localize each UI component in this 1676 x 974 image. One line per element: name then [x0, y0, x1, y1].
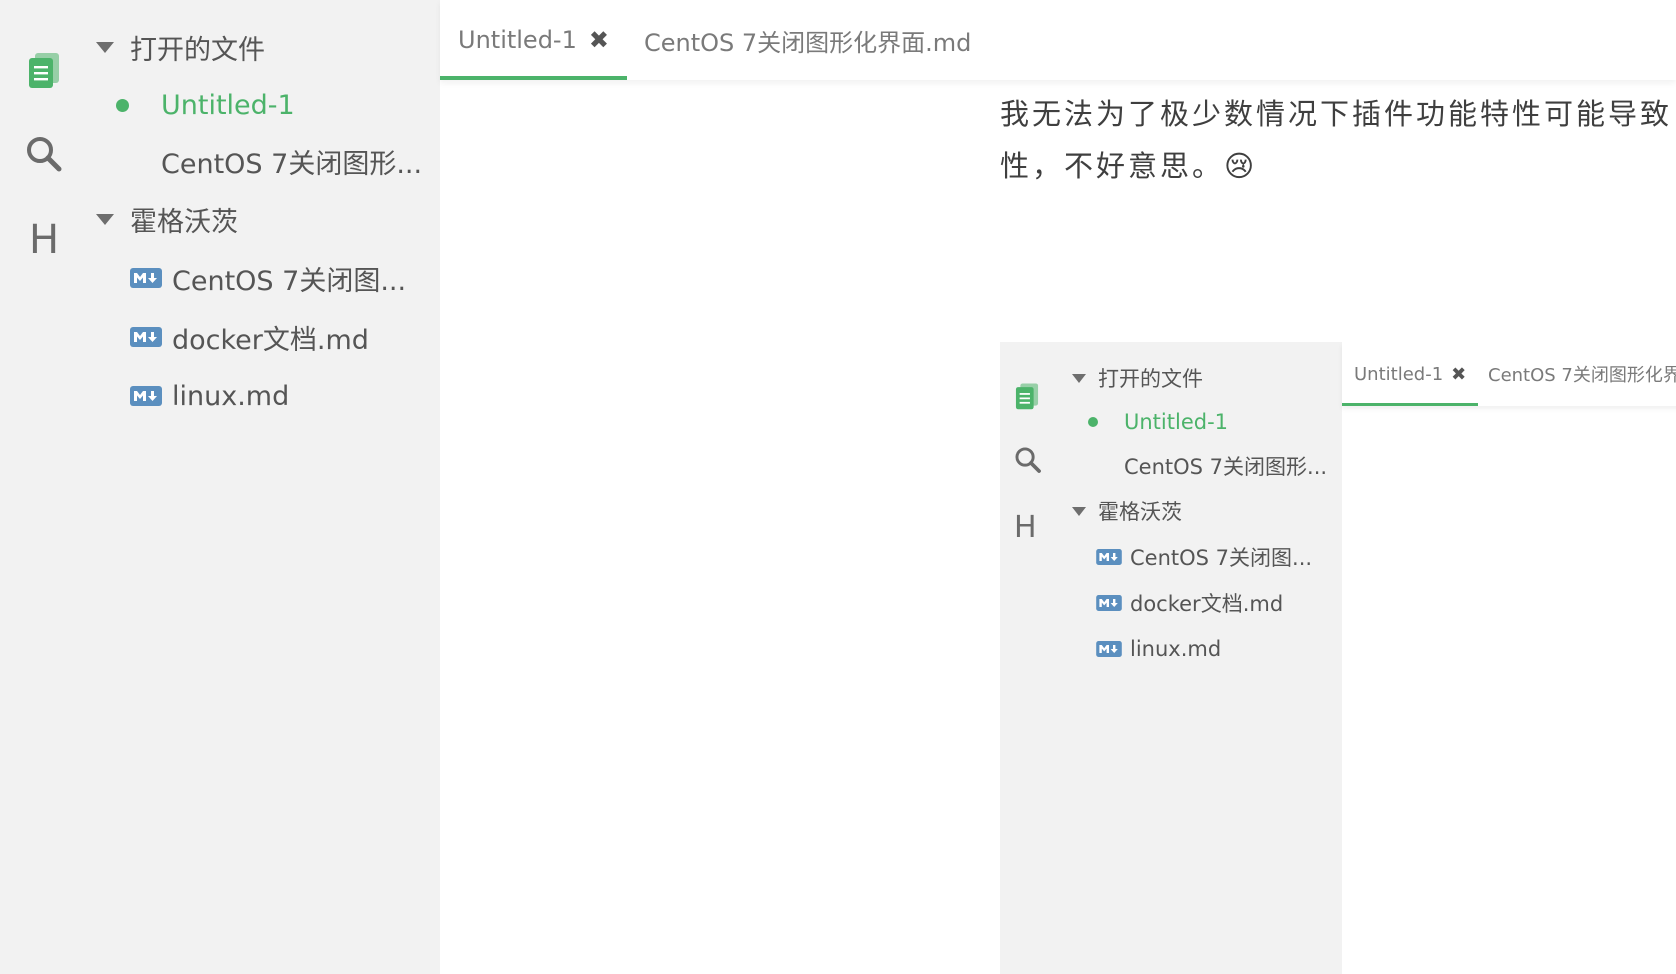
embedded-activity-bar: H	[1000, 342, 1056, 974]
open-file-item: Untitled-1	[1056, 404, 1342, 440]
editor-window: H 打开的文件 Untitled-1 CentOS 7关闭图形... 霍格沃茨 …	[0, 0, 1676, 974]
folder-label: 霍格沃茨	[130, 206, 238, 238]
embedded-sidebar: 打开的文件 Untitled-1 CentOS 7关闭图形... 霍格沃茨 Ce…	[1056, 342, 1342, 974]
chevron-down-icon	[96, 213, 114, 225]
files-icon[interactable]	[24, 50, 64, 90]
tab-centos[interactable]: CentOS 7关闭图形化界面.md	[630, 0, 985, 80]
tab-untitled[interactable]: Untitled-1 ✖	[440, 0, 627, 80]
embedded-tab-bar: Untitled-1 ✖ CentOS 7关闭图形化界	[1342, 342, 1676, 406]
markdown-icon	[1096, 641, 1122, 657]
file-label: linux.md	[172, 380, 290, 412]
close-icon: ✖	[1451, 363, 1467, 385]
markdown-icon	[1096, 595, 1122, 611]
markdown-icon	[130, 386, 162, 406]
activity-bar: H	[0, 0, 88, 974]
crying-face-emoji: 😢	[1224, 149, 1258, 183]
embedded-tab-untitled: Untitled-1 ✖	[1342, 342, 1479, 406]
search-icon	[1014, 446, 1042, 478]
editor-line: 性，不好意思。😢	[1000, 149, 1258, 183]
close-icon[interactable]: ✖	[589, 26, 609, 54]
tab-bar: Untitled-1 ✖ CentOS 7关闭图形化界面.md	[440, 0, 1676, 80]
file-label: docker文档.md	[172, 324, 369, 356]
open-files-header[interactable]: 打开的文件	[88, 24, 440, 70]
file-item[interactable]: linux.md	[88, 373, 440, 419]
outline-icon: H	[1014, 510, 1037, 545]
file-item: CentOS 7关闭图...	[1056, 539, 1342, 575]
embedded-tab-centos: CentOS 7关闭图形化界	[1488, 365, 1676, 386]
sidebar: 打开的文件 Untitled-1 CentOS 7关闭图形... 霍格沃茨 Ce…	[88, 0, 440, 974]
open-file-label: Untitled-1	[161, 89, 295, 121]
editor-line: 我无法为了极少数情况下插件功能特性可能导致	[1000, 97, 1673, 131]
unsaved-dot-icon	[116, 98, 129, 112]
tab-label: Untitled-1	[458, 26, 577, 54]
open-files-label: 打开的文件	[130, 34, 265, 66]
chevron-down-icon	[96, 41, 114, 53]
chevron-down-icon	[1072, 373, 1086, 383]
markdown-icon	[130, 268, 162, 288]
file-item[interactable]: docker文档.md	[88, 314, 440, 360]
markdown-icon	[1096, 549, 1122, 565]
open-file-item[interactable]: CentOS 7关闭图形...	[88, 138, 440, 184]
unsaved-dot-icon	[1088, 417, 1098, 427]
folder-header: 霍格沃茨	[1056, 493, 1342, 529]
file-item[interactable]: CentOS 7关闭图...	[88, 255, 440, 301]
tab-label: CentOS 7关闭图形化界面.md	[644, 28, 972, 57]
chevron-down-icon	[1072, 506, 1086, 516]
open-file-item: CentOS 7关闭图形...	[1124, 455, 1328, 479]
open-file-label: CentOS 7关闭图形...	[161, 148, 423, 180]
editor-content[interactable]: 我无法为了极少数情况下插件功能特性可能导致 性，不好意思。😢	[1000, 88, 1676, 192]
file-item: docker文档.md	[1056, 585, 1342, 621]
outline-icon[interactable]: H	[24, 220, 64, 260]
embedded-screenshot: H 打开的文件 Untitled-1 CentOS 7关闭图形... 霍格沃茨	[1000, 342, 1676, 974]
markdown-icon	[130, 327, 162, 347]
open-files-header: 打开的文件	[1056, 360, 1342, 396]
file-item: linux.md	[1056, 631, 1342, 667]
file-label: CentOS 7关闭图...	[172, 265, 407, 297]
folder-header[interactable]: 霍格沃茨	[88, 196, 440, 242]
open-file-item[interactable]: Untitled-1	[88, 82, 440, 128]
files-icon	[1014, 382, 1040, 414]
search-icon[interactable]	[24, 134, 64, 174]
outline-letter: H	[28, 217, 60, 263]
